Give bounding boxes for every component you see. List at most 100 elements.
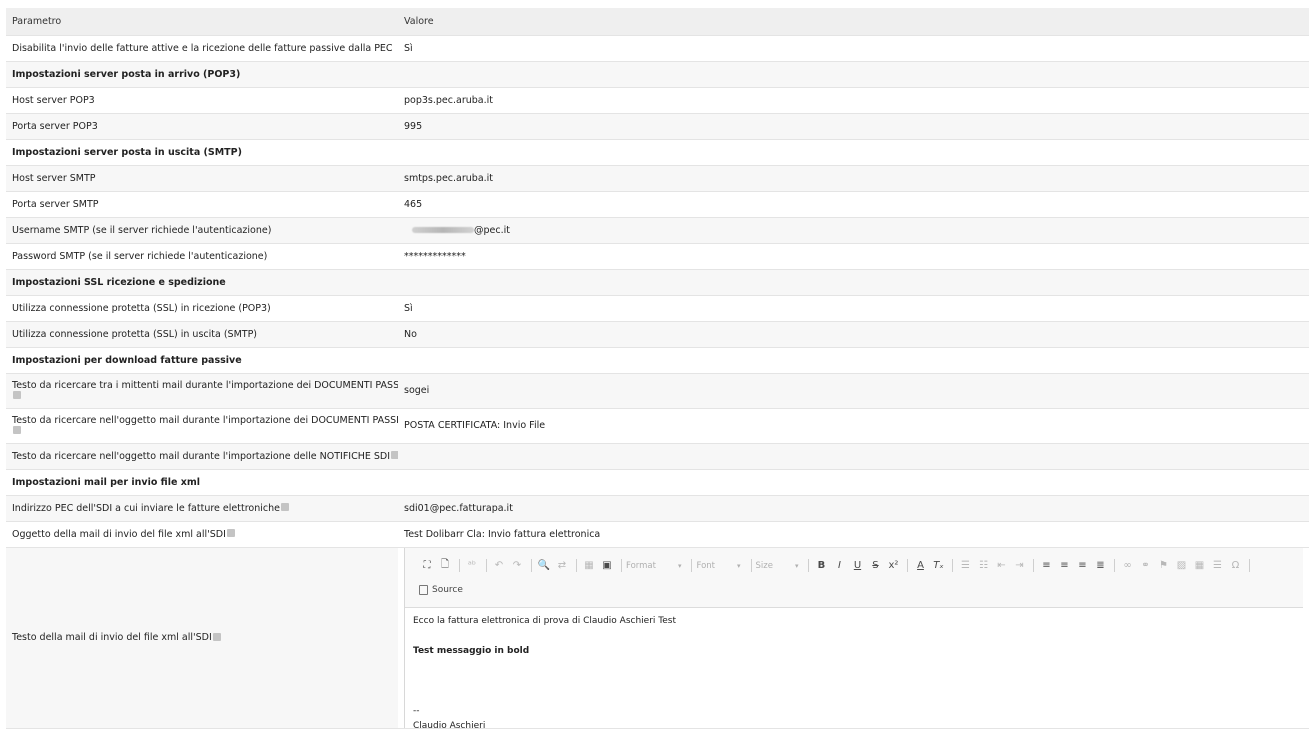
outdent-icon[interactable]: ⇤ — [993, 560, 1009, 571]
row-label: Password SMTP (se il server richiede l'a… — [6, 243, 398, 270]
toolbar-separator — [907, 559, 909, 572]
format-combo-label: Format — [626, 560, 656, 571]
row-value[interactable]: pop3s.pec.aruba.it — [398, 87, 1309, 114]
row-value[interactable]: 995 — [398, 113, 1309, 140]
row-value[interactable]: Test Dolibarr Cla: Invio fattura elettro… — [398, 521, 1309, 548]
row-value[interactable]: POSTA CERTIFICATA: Invio File — [398, 408, 1309, 444]
editor-content[interactable]: Ecco la fattura elettronica di prova di … — [405, 608, 1303, 728]
bulleted-list-icon[interactable]: ☷ — [975, 560, 991, 571]
unlink-icon[interactable]: ⚭ — [1137, 560, 1153, 571]
editor-line: -- — [413, 705, 420, 716]
row-label: Testo della mail di invio del file xml a… — [12, 632, 212, 643]
chevron-down-icon: ▾ — [677, 561, 682, 570]
font-combo[interactable]: Font ▾ — [696, 561, 740, 571]
help-icon[interactable] — [212, 632, 221, 641]
row-value[interactable]: No — [398, 321, 1309, 348]
section-title: Impostazioni SSL ricezione e spedizione — [6, 269, 1309, 296]
size-combo[interactable]: Size ▾ — [756, 561, 799, 571]
row-label-cell: Testo da ricercare nell'oggetto mail dur… — [6, 443, 398, 470]
text-color-icon[interactable]: A — [912, 560, 928, 571]
toolbar-separator — [576, 559, 577, 572]
align-center-icon[interactable]: ≡ — [1056, 560, 1072, 571]
source-label: Source — [432, 584, 463, 595]
row-label-cell: Testo della mail di invio del file xml a… — [6, 547, 398, 729]
row-label: Testo da ricercare tra i mittenti mail d… — [12, 379, 398, 391]
toolbar-separator — [1033, 559, 1035, 572]
row-value[interactable]: smtps.pec.aruba.it — [398, 165, 1309, 192]
row-label: Porta server POP3 — [6, 113, 398, 140]
row-value[interactable]: 465 — [398, 191, 1309, 218]
replace-icon[interactable]: ⇄ — [554, 560, 570, 571]
maximize-icon[interactable]: ⛶ — [419, 560, 435, 571]
row-label-cell: Testo da ricercare tra i mittenti mail d… — [6, 373, 398, 409]
row-label: Testo da ricercare nell'oggetto mail dur… — [12, 414, 398, 426]
row-value[interactable]: Sì — [398, 35, 1309, 62]
username-domain: @pec.it — [474, 224, 510, 236]
indent-icon[interactable]: ⇥ — [1011, 560, 1027, 571]
remove-format-icon[interactable]: Tₓ — [930, 560, 946, 571]
row-label-cell: Oggetto della mail di invio del file xml… — [6, 521, 398, 548]
toolbar-separator — [1249, 559, 1251, 572]
help-icon[interactable] — [226, 529, 235, 537]
align-right-icon[interactable]: ≡ — [1074, 560, 1090, 571]
special-char-icon[interactable]: Ω — [1227, 560, 1243, 571]
table-row: Porta server SMTP 465 — [6, 191, 1309, 218]
justify-icon[interactable]: ≣ — [1092, 560, 1108, 571]
italic-icon[interactable]: I — [831, 560, 847, 571]
help-icon[interactable] — [280, 503, 289, 511]
section-title: Impostazioni server posta in uscita (SMT… — [6, 139, 1309, 166]
format-combo[interactable]: Format ▾ — [626, 561, 681, 571]
select-all-icon[interactable]: ▦ — [581, 560, 597, 571]
row-label: Testo da ricercare nell'oggetto mail dur… — [12, 450, 391, 462]
section-title: Impostazioni mail per invio file xml — [6, 469, 1309, 496]
help-icon[interactable] — [13, 426, 21, 434]
link-icon[interactable]: ∞ — [1119, 560, 1135, 571]
row-label-cell: Indirizzo PEC dell'SDI a cui inviare le … — [6, 495, 398, 522]
row-label: Oggetto della mail di invio del file xml… — [12, 528, 226, 540]
bold-icon[interactable]: B — [813, 560, 829, 571]
toolbar-separator — [691, 559, 693, 572]
help-icon[interactable] — [391, 451, 398, 459]
templates-icon[interactable]: ▣ — [599, 560, 615, 571]
section-row: Impostazioni server posta in uscita (SMT… — [6, 139, 1309, 166]
undo-icon[interactable]: ↶ — [491, 560, 507, 571]
preview-icon[interactable]: 🗋 — [437, 557, 453, 574]
toolbar-row: ⛶ 🗋 ᵃᵇ ↶ ↷ 🔍 ⇄ ▦ ▣ Format ▾ Font ▾ Size … — [419, 555, 1303, 577]
editor-toolbar: ⛶ 🗋 ᵃᵇ ↶ ↷ 🔍 ⇄ ▦ ▣ Format ▾ Font ▾ Size … — [405, 547, 1303, 608]
table-header: Parametro Valore — [6, 8, 1309, 36]
anchor-icon[interactable]: ⚑ — [1155, 560, 1171, 571]
strike-icon[interactable]: S — [867, 560, 883, 571]
table-row: Testo da ricercare nell'oggetto mail dur… — [6, 443, 1309, 470]
section-title: Impostazioni per download fatture passiv… — [6, 347, 1309, 374]
redacted-username — [412, 227, 474, 233]
row-value[interactable]: sdi01@pec.fatturapa.it — [398, 495, 1309, 522]
underline-icon[interactable]: U — [849, 560, 865, 571]
align-left-icon[interactable]: ≡ — [1038, 560, 1054, 571]
row-label: Indirizzo PEC dell'SDI a cui inviare le … — [12, 502, 280, 514]
table-row: Testo della mail di invio del file xml a… — [6, 547, 1309, 729]
toolbar-separator — [486, 559, 487, 572]
row-value[interactable]: Sì — [398, 295, 1309, 322]
row-label: Utilizza connessione protetta (SSL) in r… — [6, 295, 398, 322]
rich-text-editor: ⛶ 🗋 ᵃᵇ ↶ ↷ 🔍 ⇄ ▦ ▣ Format ▾ Font ▾ Size … — [404, 547, 1303, 728]
redo-icon[interactable]: ↷ — [509, 560, 525, 571]
find-icon[interactable]: 🔍 — [536, 560, 552, 571]
superscript-icon[interactable]: x² — [885, 560, 901, 571]
spellcheck-icon[interactable]: ᵃᵇ — [464, 560, 480, 571]
row-label: Porta server SMTP — [6, 191, 398, 218]
row-value[interactable]: @pec.it — [398, 217, 1309, 244]
row-value[interactable]: sogei — [398, 373, 1309, 409]
font-combo-label: Font — [696, 560, 715, 571]
editor-cell: ⛶ 🗋 ᵃᵇ ↶ ↷ 🔍 ⇄ ▦ ▣ Format ▾ Font ▾ Size … — [398, 547, 1309, 729]
horizontal-rule-icon[interactable]: ☰ — [1209, 560, 1225, 571]
help-icon[interactable] — [13, 391, 21, 399]
numbered-list-icon[interactable]: ☰ — [957, 560, 973, 571]
table-icon[interactable]: ▦ — [1191, 560, 1207, 571]
table-row: Indirizzo PEC dell'SDI a cui inviare le … — [6, 495, 1309, 522]
source-button[interactable]: Source — [419, 579, 1303, 601]
image-icon[interactable]: ▨ — [1173, 560, 1189, 571]
password-value[interactable]: ************* — [398, 243, 1309, 270]
row-label: Username SMTP (se il server richiede l'a… — [6, 217, 398, 244]
row-value[interactable] — [398, 443, 1309, 470]
editor-line: Claudio Aschieri — [413, 720, 486, 728]
